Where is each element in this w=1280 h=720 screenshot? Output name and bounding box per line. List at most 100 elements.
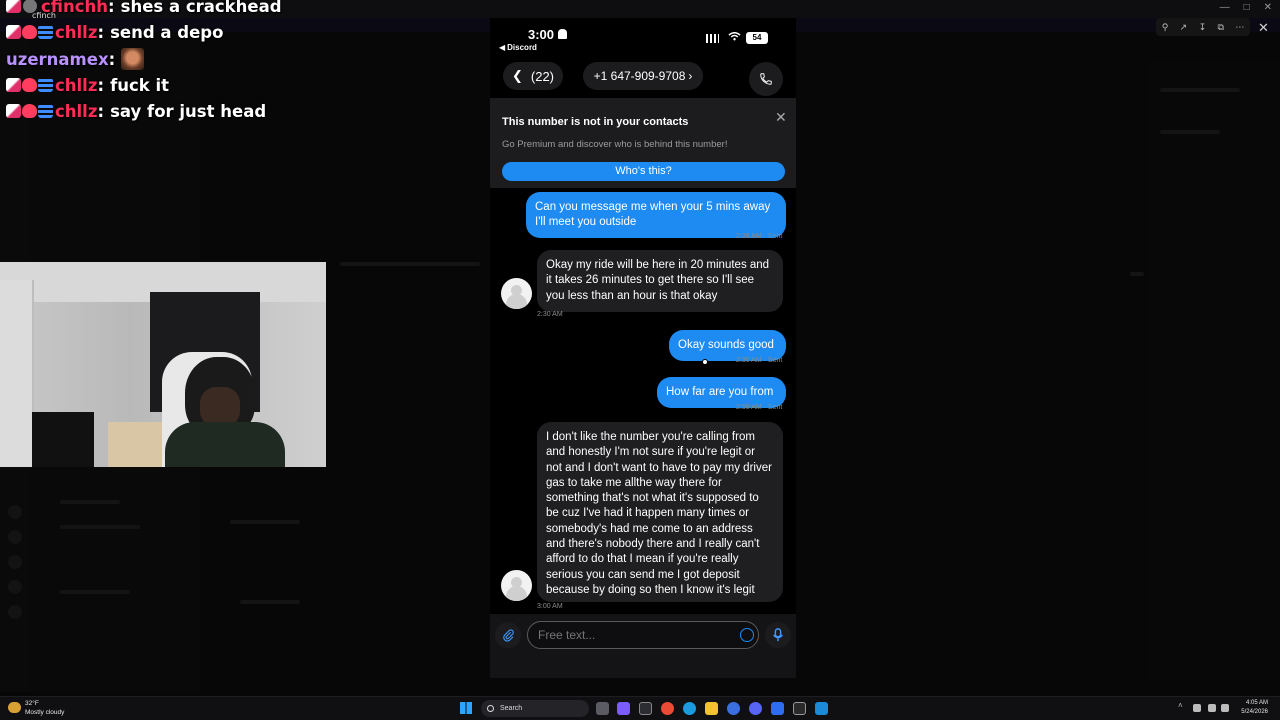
sword-badge-icon <box>6 78 21 92</box>
copilot-icon[interactable] <box>617 702 630 715</box>
chat-message: fuck it <box>110 75 170 95</box>
chat-username: chllz <box>55 75 98 95</box>
back-button[interactable]: ❮ (22) <box>503 62 563 90</box>
message-input[interactable] <box>527 621 759 649</box>
chat-username: chllz <box>55 101 98 121</box>
chat-username: uzernamex <box>6 49 109 69</box>
maximize-icon[interactable]: □ <box>1244 2 1250 13</box>
server-icon <box>8 530 22 544</box>
discord-icon[interactable] <box>749 702 762 715</box>
browser-icon[interactable] <box>727 702 740 715</box>
minimize-icon[interactable]: — <box>1220 2 1230 13</box>
edge-icon[interactable] <box>683 702 696 715</box>
incoming-message[interactable]: I don't like the number you're calling f… <box>537 422 783 602</box>
viewer-close-icon[interactable]: ✕ <box>1258 20 1269 36</box>
heart-badge-icon <box>22 78 37 92</box>
weather-temperature[interactable]: 32°F <box>25 700 39 707</box>
battery-indicator: 54 <box>746 32 768 44</box>
banner-title: This number is not in your contacts <box>502 116 689 128</box>
network-icon[interactable] <box>1221 704 1229 712</box>
contact-avatar <box>501 278 532 309</box>
microphone-icon <box>773 628 783 642</box>
task-view-icon[interactable] <box>596 702 609 715</box>
contact-number-button[interactable]: +1 647-909-9708 › <box>583 62 703 90</box>
bars-badge-icon <box>38 104 53 118</box>
member-row <box>1160 88 1240 92</box>
share-icon[interactable]: ↗ <box>1180 22 1188 33</box>
microphone-button[interactable] <box>765 622 791 648</box>
clock-time[interactable]: 4:05 AM <box>1240 700 1268 706</box>
chat-badges <box>6 104 53 118</box>
chat-message: send a depo <box>110 22 224 42</box>
chat-line: chllz: fuck it <box>6 73 169 97</box>
webcam-monitor <box>32 412 94 467</box>
contact-avatar <box>501 570 532 601</box>
file-explorer-icon[interactable] <box>705 702 718 715</box>
phone-icon <box>760 73 772 85</box>
chrome-icon[interactable] <box>661 702 674 715</box>
tray-icon[interactable] <box>1208 704 1216 712</box>
download-icon[interactable]: ↧ <box>1199 22 1207 33</box>
settings-icon[interactable] <box>639 702 652 715</box>
zoom-icon[interactable]: ⚲ <box>1162 22 1169 33</box>
back-triangle-icon: ◀ <box>499 43 506 52</box>
taskbar: 32°F Mostly cloudy Search ˄ 4:05 AM 5/24… <box>0 696 1280 720</box>
webcam-feed <box>0 262 326 467</box>
close-icon[interactable]: ✕ <box>1264 2 1272 13</box>
back-to-app-link[interactable]: ◀ Discord <box>499 43 537 52</box>
attach-button[interactable] <box>495 622 521 648</box>
channel-row <box>60 590 130 594</box>
whos-this-button[interactable]: Who's this? <box>502 162 785 181</box>
unknown-contact-banner: This number is not in your contacts ✕ Go… <box>490 98 796 188</box>
signal-icon <box>706 34 719 43</box>
paperclip-icon <box>502 629 514 642</box>
member-row <box>1160 130 1220 134</box>
photos-icon[interactable] <box>815 702 828 715</box>
search-label: Search <box>500 705 523 712</box>
tray-icon[interactable] <box>1193 704 1201 712</box>
chat-badges <box>6 0 21 13</box>
emoji-icon[interactable] <box>740 628 754 642</box>
face-emote-icon <box>121 48 145 70</box>
chevron-left-icon: ❮ <box>511 68 523 83</box>
sword-badge-icon <box>6 0 21 13</box>
chat-message: shes a crackhead <box>120 0 282 16</box>
contact-number: +1 647-909-9708 <box>593 69 686 83</box>
chat-username-overlap: cfinch <box>32 11 56 20</box>
taskbar-search[interactable]: Search <box>481 700 589 717</box>
bars-badge-icon <box>38 25 53 39</box>
channel-row <box>60 525 140 529</box>
more-icon[interactable]: ⋯ <box>1235 22 1244 33</box>
message-meta: 3:00 AM <box>537 603 563 610</box>
message-row <box>230 520 300 524</box>
app-icon[interactable] <box>771 702 784 715</box>
copy-icon[interactable]: ⧉ <box>1218 22 1224 33</box>
banner-subtitle: Go Premium and discover who is behind th… <box>502 139 728 150</box>
webcam-streamer-body <box>165 422 285 467</box>
clock-date[interactable]: 5/24/2026 <box>1232 709 1268 715</box>
sword-badge-icon <box>6 104 21 118</box>
weather-cloud-icon[interactable] <box>8 702 21 713</box>
call-button[interactable] <box>749 62 783 96</box>
outgoing-message[interactable]: Can you message me when your 5 mins away… <box>526 192 786 238</box>
windows-start-icon[interactable] <box>460 702 472 714</box>
bell-slash-icon <box>558 29 567 39</box>
message-meta: 2:30 AM <box>537 311 563 318</box>
wifi-icon <box>728 32 741 41</box>
message-row <box>240 600 300 604</box>
message-meta: 2:58 AM · Sent <box>736 404 783 411</box>
tray-chevron-icon[interactable]: ˄ <box>1178 701 1186 710</box>
bars-badge-icon <box>38 78 53 92</box>
chevron-right-icon: › <box>688 69 693 83</box>
message-meta: 2:30 AM · Sent <box>736 357 783 364</box>
terminal-icon[interactable] <box>793 702 806 715</box>
heart-badge-icon <box>22 104 37 118</box>
window-controls: — □ ✕ <box>1220 2 1272 13</box>
member-row <box>1130 272 1144 276</box>
message-meta: 2:26 AM · Sent <box>736 233 783 240</box>
incoming-message[interactable]: Okay my ride will be here in 20 minutes … <box>537 250 783 312</box>
unread-count: (22) <box>530 68 555 84</box>
banner-close-icon[interactable]: ✕ <box>775 109 787 126</box>
heart-badge-icon <box>22 25 37 39</box>
weather-description[interactable]: Mostly cloudy <box>25 709 64 716</box>
